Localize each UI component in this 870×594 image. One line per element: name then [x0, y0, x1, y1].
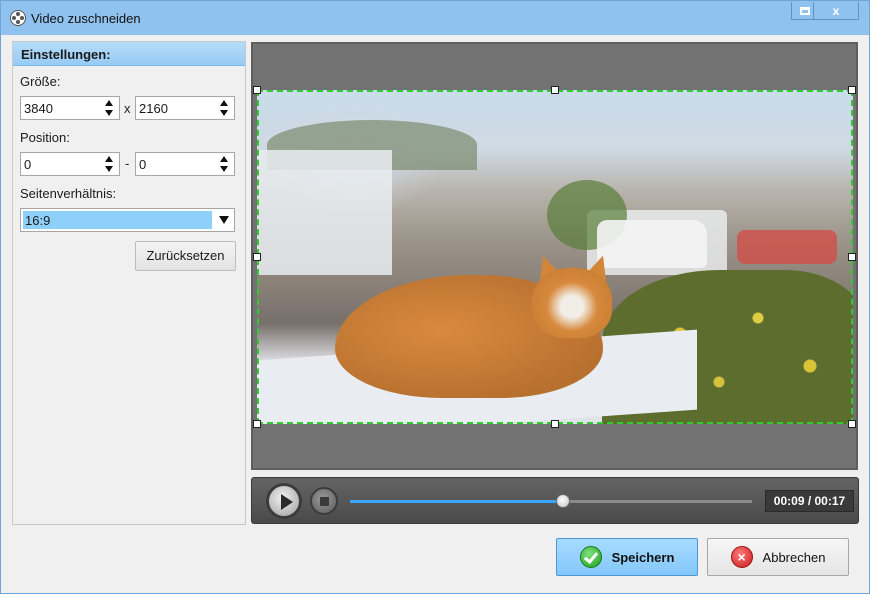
spin-arrows-icon[interactable]: [220, 155, 229, 173]
seek-slider[interactable]: [350, 494, 752, 508]
crop-rectangle[interactable]: [257, 90, 853, 424]
size-label: Größe:: [20, 74, 61, 89]
pos-y-spinbox[interactable]: 0: [135, 152, 235, 176]
save-button[interactable]: Speichern: [556, 538, 698, 576]
settings-panel: Einstellungen: Größe: 3840 x 2160 Positi…: [12, 41, 246, 525]
crop-handle-bottom-right[interactable]: [848, 420, 856, 428]
crop-handle-top[interactable]: [551, 86, 559, 94]
checkmark-icon: [579, 546, 602, 568]
seek-progress: [350, 500, 564, 503]
height-value: 2160: [139, 101, 168, 116]
save-label: Speichern: [611, 549, 675, 565]
aspect-ratio-select[interactable]: 16:9: [20, 208, 235, 232]
time-display: 00:09 / 00:17: [765, 490, 854, 512]
playback-bar: 00:09 / 00:17: [251, 477, 859, 524]
cancel-label: Abbrechen: [762, 549, 826, 565]
spin-arrows-icon[interactable]: [220, 99, 229, 117]
crop-handle-top-right[interactable]: [848, 86, 856, 94]
aspect-ratio-label: Seitenverhältnis:: [20, 186, 117, 201]
width-value: 3840: [24, 101, 53, 116]
position-separator: -: [125, 156, 130, 171]
crop-handle-left[interactable]: [253, 253, 261, 261]
position-label: Position:: [20, 130, 70, 145]
close-button[interactable]: x: [813, 2, 859, 20]
reset-button[interactable]: Zurücksetzen: [135, 241, 236, 271]
cancel-icon: ×: [730, 546, 753, 568]
cancel-button[interactable]: × Abbrechen: [707, 538, 849, 576]
crop-video-dialog: Video zuschneiden x Einstellungen: Größe…: [0, 0, 870, 594]
settings-header: Einstellungen:: [13, 42, 245, 66]
spin-arrows-icon[interactable]: [105, 99, 114, 117]
pos-x-value: 0: [24, 157, 32, 172]
size-separator: x: [124, 101, 131, 116]
play-icon[interactable]: [266, 483, 302, 519]
crop-handle-right[interactable]: [848, 253, 856, 261]
spin-arrows-icon[interactable]: [105, 155, 114, 173]
crop-handle-bottom[interactable]: [551, 420, 559, 428]
width-spinbox[interactable]: 3840: [20, 96, 120, 120]
pos-x-spinbox[interactable]: 0: [20, 152, 120, 176]
film-reel-icon: [10, 10, 26, 26]
crop-handle-bottom-left[interactable]: [253, 420, 261, 428]
pos-y-value: 0: [139, 157, 147, 172]
height-spinbox[interactable]: 2160: [135, 96, 235, 120]
title-bar[interactable]: Video zuschneiden x: [1, 1, 869, 35]
seek-thumb[interactable]: [556, 494, 571, 508]
crop-handle-top-left[interactable]: [253, 86, 261, 94]
aspect-ratio-value: 16:9: [23, 211, 212, 229]
maximize-icon: [800, 6, 810, 15]
chevron-down-icon[interactable]: [219, 216, 229, 224]
close-icon: x: [832, 3, 840, 18]
stop-icon[interactable]: [310, 487, 338, 515]
window-title: Video zuschneiden: [31, 11, 141, 26]
